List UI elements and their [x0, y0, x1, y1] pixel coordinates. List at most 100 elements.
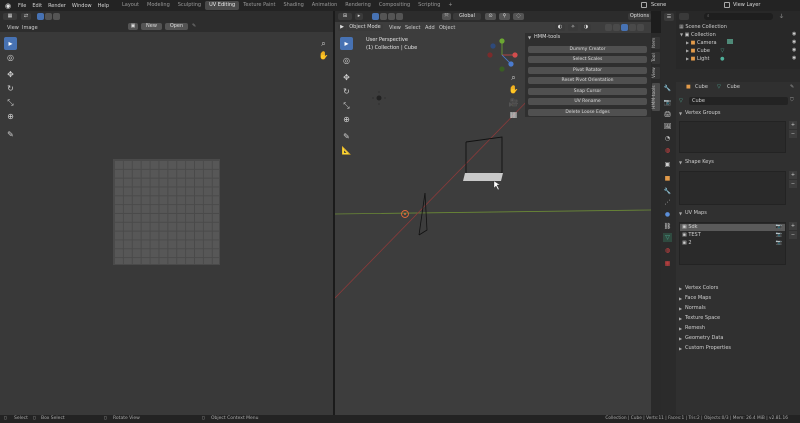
- viewport-menu-object[interactable]: Object: [439, 25, 455, 31]
- mode-dropdown-icon[interactable]: ▶: [338, 24, 346, 31]
- transform-tool-icon[interactable]: ⊕: [4, 110, 17, 123]
- uv-map-row[interactable]: ▣ Sdk 📷: [680, 224, 785, 231]
- prop-scene-icon[interactable]: ◔: [663, 134, 672, 143]
- tab-sculpting[interactable]: Sculpting: [174, 1, 205, 10]
- overlay-toggle-icon[interactable]: ◑: [581, 24, 591, 31]
- prop-physics-icon[interactable]: ●: [663, 210, 672, 219]
- uv-map-row[interactable]: ▣ 2 📷: [680, 240, 785, 247]
- vp-measure-tool-icon[interactable]: 📐: [340, 144, 353, 157]
- reset-pivot-orientation-button[interactable]: Reset Pivot Orientation: [528, 77, 647, 84]
- select-scales-button[interactable]: Select Scales: [528, 56, 647, 63]
- select-tool-icon[interactable]: ▸: [4, 37, 17, 50]
- tab-view[interactable]: View: [652, 67, 660, 79]
- cube-visibility-icon[interactable]: ◉: [792, 47, 796, 53]
- vp-select-tool-icon[interactable]: ▸: [340, 37, 353, 50]
- orientation-dropdown[interactable]: Global: [453, 13, 481, 20]
- uv-map-remove-button[interactable]: −: [789, 231, 797, 239]
- tab-scripting[interactable]: Scripting: [414, 1, 444, 10]
- vertex-group-add-button[interactable]: +: [789, 121, 797, 129]
- prop-particles-icon[interactable]: ⋰: [663, 198, 672, 207]
- shape-keys-list[interactable]: [679, 171, 786, 205]
- pivot-icon[interactable]: ⊙: [485, 13, 496, 20]
- vertex-group-remove-button[interactable]: −: [789, 130, 797, 138]
- uv-menu-image[interactable]: Image: [22, 25, 38, 31]
- select-mode-icon-3[interactable]: [388, 13, 395, 20]
- tab-shading[interactable]: Shading: [279, 1, 307, 10]
- transform-orientation-icon[interactable]: ⤧: [442, 13, 451, 20]
- uv-menu-view[interactable]: View: [7, 25, 19, 31]
- pan-view-icon[interactable]: ✋: [317, 49, 330, 62]
- outliner-row-light[interactable]: ▶ ■ Light ●: [676, 55, 800, 63]
- outliner-row-scene-collection[interactable]: ▦ Scene Collection: [676, 23, 800, 31]
- menu-window[interactable]: Window: [69, 3, 95, 9]
- collection-visibility-icon[interactable]: ◉: [792, 31, 796, 37]
- mesh-data-name-field[interactable]: Cube: [689, 97, 788, 105]
- uv-select-mode-vertex-icon[interactable]: [37, 13, 44, 20]
- uv-map-add-button[interactable]: +: [789, 222, 797, 230]
- properties-editor[interactable]: ■ Cube ▽ Cube ✎ ▽ Cube ⛉ ▼ Vertex Groups …: [676, 82, 800, 415]
- shading-solid-icon[interactable]: [621, 24, 628, 31]
- snap-cursor-button[interactable]: Snap Cursor: [528, 88, 647, 95]
- cursor-tool-icon[interactable]: ◎: [4, 51, 17, 64]
- prop-texture-icon[interactable]: ▦: [663, 259, 672, 268]
- light-visibility-icon[interactable]: ◉: [792, 55, 796, 61]
- move-tool-icon[interactable]: ✥: [4, 68, 17, 81]
- prop-tool-icon[interactable]: 🔧: [663, 84, 672, 93]
- proportional-edit-icon[interactable]: ◌: [513, 13, 524, 20]
- prop-collection-icon[interactable]: ▣: [663, 160, 672, 169]
- vp-pan-icon[interactable]: ✋: [507, 83, 520, 96]
- tab-layout[interactable]: Layout: [118, 1, 143, 10]
- tab-uv-editing[interactable]: UV Editing: [205, 1, 240, 10]
- outliner[interactable]: ⌕ ⏚ ▦ Scene Collection ▼ ▣ Collection ▶ …: [676, 11, 800, 69]
- pin-icon[interactable]: ✎: [192, 23, 196, 29]
- menu-render[interactable]: Render: [45, 3, 69, 9]
- prop-material-icon[interactable]: ◍: [663, 246, 672, 255]
- fake-user-icon[interactable]: ⛉: [790, 97, 794, 103]
- mesh-browse-icon[interactable]: ▽: [679, 98, 683, 104]
- section-geometry-data[interactable]: ▶ Geometry Data: [676, 334, 800, 343]
- shape-key-remove-button[interactable]: −: [789, 180, 797, 188]
- vp-transform-tool-icon[interactable]: ⊕: [340, 113, 353, 126]
- view-layer-name[interactable]: View Layer: [733, 2, 760, 8]
- gizmo-toggle-icon[interactable]: ✧: [568, 24, 578, 31]
- image-browse-icon[interactable]: ▣: [128, 23, 138, 30]
- vp-scale-tool-icon[interactable]: ⤡: [340, 99, 353, 112]
- pivot-rotator-button[interactable]: Pivot Rotator: [528, 67, 647, 74]
- outliner-filter-icon[interactable]: [679, 13, 689, 20]
- uv-select-mode-face-icon[interactable]: [53, 13, 60, 20]
- shading-material-icon[interactable]: [629, 24, 636, 31]
- select-mode-icon-1[interactable]: [372, 13, 379, 20]
- editor-type-icon[interactable]: ▦: [3, 13, 17, 20]
- uv-maps-list[interactable]: ▣ Sdk 📷 ▣ TEST 📷 ▣ 2 📷: [679, 222, 786, 265]
- prop-modifiers-icon[interactable]: 🔧: [663, 187, 672, 196]
- tab-rendering[interactable]: Rendering: [341, 1, 375, 10]
- uv-grid[interactable]: [113, 159, 220, 265]
- options-dropdown[interactable]: Options: [628, 13, 651, 20]
- section-face-maps[interactable]: ▶ Face Maps: [676, 294, 800, 303]
- viewport-menu-view[interactable]: View: [389, 25, 401, 31]
- annotate-tool-icon[interactable]: ✎: [4, 128, 17, 141]
- prop-view-layer-icon[interactable]: 🖼: [663, 122, 672, 131]
- panel-collapse-icon[interactable]: ▼: [528, 35, 531, 40]
- viewport-menu-add[interactable]: Add: [425, 25, 435, 31]
- uv-map-active-render-icon[interactable]: 📷: [776, 224, 782, 231]
- open-image-button[interactable]: Open: [165, 23, 188, 30]
- object-name-label[interactable]: Cube: [695, 84, 708, 90]
- prop-constraints-icon[interactable]: ⛓: [663, 222, 672, 231]
- uv-map-render-icon[interactable]: 📷: [776, 232, 782, 239]
- tab-compositing[interactable]: Compositing: [375, 1, 414, 10]
- menu-help[interactable]: Help: [95, 3, 112, 9]
- prop-render-icon[interactable]: 📷: [663, 98, 672, 107]
- uv-rename-button[interactable]: UV Rename: [528, 98, 647, 105]
- vp-rotate-tool-icon[interactable]: ↻: [340, 85, 353, 98]
- prop-object-icon[interactable]: ■: [663, 174, 672, 183]
- menu-edit[interactable]: Edit: [29, 3, 45, 9]
- viewport-menu-select[interactable]: Select: [405, 25, 420, 31]
- uv-sync-select-icon[interactable]: ⇄: [21, 13, 31, 20]
- pin-properties-icon[interactable]: ✎: [790, 84, 794, 90]
- snap-icon[interactable]: ⚲: [499, 13, 510, 20]
- prop-data-icon[interactable]: ▽: [663, 233, 672, 242]
- select-mode-icon-2[interactable]: [380, 13, 387, 20]
- vp-cursor-tool-icon[interactable]: ◎: [340, 54, 353, 67]
- outliner-filter-funnel-icon[interactable]: ⏚: [779, 13, 789, 20]
